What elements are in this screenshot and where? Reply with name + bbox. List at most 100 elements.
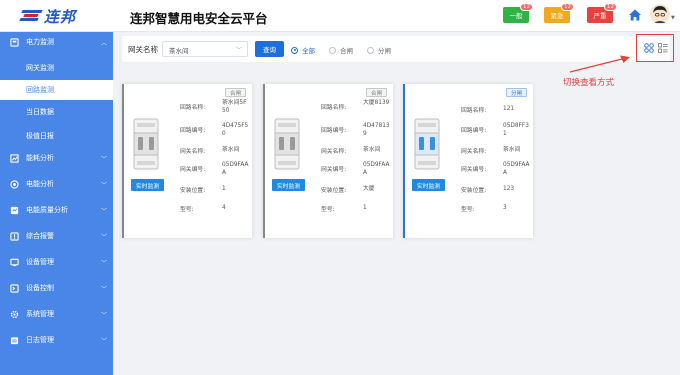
- realtime-monitor-button[interactable]: 实时监测: [131, 179, 164, 191]
- radio-dot-icon: [291, 46, 298, 54]
- chevron-down-icon: ﹀: [101, 233, 108, 241]
- location-value: 大厦: [363, 186, 375, 192]
- gateway-name-value: 茶水间: [503, 147, 521, 153]
- sidebar: 电力监测 ︿ 网关监测 回路监测 当日数据 极值日报 能耗分析 ﹀ 电能分析 ﹀…: [0, 32, 113, 375]
- chevron-up-icon: ︿: [101, 39, 108, 47]
- sidebar-item-system-manage[interactable]: 系统管理 ﹀: [0, 306, 113, 322]
- loop-card[interactable]: 合闸 实时监测 回路名称: 大厦8139 回路编号: 4D478139 网关名称…: [263, 84, 393, 238]
- sidebar-sub-daily-data[interactable]: 当日数据: [0, 102, 113, 122]
- field-label: 回路编号:: [461, 128, 487, 134]
- sidebar-item-label: 电能分析: [26, 180, 54, 188]
- loop-no-value: 4D475F50: [222, 123, 249, 137]
- avatar-face-icon: [653, 6, 667, 23]
- power-analysis-icon: [10, 179, 19, 189]
- quality-analysis-icon: [10, 206, 19, 214]
- circuit-breaker-image: [274, 118, 300, 170]
- alarm-normal-button[interactable]: 一般 12: [503, 3, 533, 23]
- app-title: 连邦智慧用电安全云平台: [130, 11, 268, 26]
- device-manage-icon: [10, 258, 19, 266]
- chevron-down-icon: ﹀: [101, 337, 108, 345]
- log-icon: [10, 336, 19, 344]
- sidebar-item-device-control[interactable]: 设备控制 ﹀: [0, 280, 113, 296]
- status-badge: 合闸: [224, 88, 246, 97]
- sidebar-item-energy-analysis[interactable]: 能耗分析 ﹀: [0, 150, 113, 166]
- circuit-breaker-image: [414, 118, 440, 170]
- loop-name-value: 121: [503, 106, 515, 112]
- realtime-monitor-button[interactable]: 实时监测: [412, 179, 445, 191]
- field-label: 网关编号:: [461, 167, 487, 173]
- field-label: 回路名称:: [461, 108, 487, 114]
- sidebar-item-log-manage[interactable]: 日志管理 ﹀: [0, 332, 113, 348]
- top-header: 连邦 连邦智慧用电安全云平台 一般 12 紧急 12 严重 12 ▼: [0, 0, 680, 32]
- sidebar-sub-loop-monitor[interactable]: 回路监测: [0, 80, 113, 100]
- gateway-name-value: 茶水间: [363, 147, 381, 153]
- field-label: 回路名称:: [321, 105, 347, 111]
- sidebar-item-alarm[interactable]: 综合报警 ﹀: [0, 228, 113, 244]
- power-monitor-icon: [10, 37, 19, 47]
- alarm-count-badge: 12: [520, 3, 533, 11]
- sidebar-item-label: 综合报警: [26, 232, 54, 240]
- query-button[interactable]: 查询: [255, 41, 284, 57]
- annotation-text: 切换查看方式: [563, 78, 615, 88]
- alarm-bell-icon: [10, 231, 19, 241]
- gateway-no-value: 05D9FAAA: [222, 162, 249, 176]
- view-toggle-highlight: [636, 34, 674, 62]
- circuit-breaker-image: [133, 118, 159, 170]
- sidebar-item-device-manage[interactable]: 设备管理 ﹀: [0, 254, 113, 270]
- energy-chart-icon: [10, 153, 19, 163]
- chevron-down-icon: ﹀: [101, 181, 108, 189]
- sidebar-item-quality-analysis[interactable]: 电能质量分析 ﹀: [0, 202, 113, 218]
- gateway-select-value: 茶水间: [169, 47, 189, 55]
- alarm-label: 紧急: [550, 12, 564, 20]
- gateway-no-value: 05D9FAAA: [503, 162, 530, 176]
- home-icon[interactable]: [628, 8, 642, 22]
- gateway-name-label: 网关名称: [128, 45, 158, 54]
- chevron-down-icon: ﹀: [101, 311, 108, 319]
- alarm-count-badge: 12: [561, 3, 574, 11]
- loop-card[interactable]: 分闸 实时监测 回路名称: 121 回路编号: 05D8FF31 网关名称: 茶…: [403, 84, 533, 238]
- realtime-monitor-button[interactable]: 实时监测: [272, 179, 305, 191]
- field-label: 网关名称:: [461, 149, 487, 155]
- field-label: 网关编号:: [180, 167, 206, 173]
- sidebar-sub-extreme-report[interactable]: 极值日报: [0, 126, 113, 146]
- alarm-urgent-button[interactable]: 紧急 12: [544, 3, 574, 23]
- radio-open[interactable]: 分闸: [367, 45, 391, 55]
- alarm-severe-button[interactable]: 严重 12: [587, 3, 617, 23]
- field-label: 型号:: [180, 207, 194, 213]
- user-avatar[interactable]: [650, 4, 670, 24]
- radio-label: 分闸: [378, 47, 391, 55]
- sidebar-sub-gateway-monitor[interactable]: 网关监测: [0, 58, 113, 78]
- loop-no-value: 4D478139: [363, 123, 390, 137]
- radio-all[interactable]: 全部: [291, 45, 315, 55]
- radio-dot-icon: [367, 46, 374, 54]
- sidebar-item-label: 日志管理: [26, 336, 54, 344]
- loop-no-value: 05D8FF31: [503, 123, 529, 137]
- sidebar-item-label: 电能质量分析: [26, 206, 68, 214]
- radio-closed[interactable]: 合闸: [329, 45, 353, 55]
- chevron-down-icon: ﹀: [101, 259, 108, 267]
- gateway-no-value: 05D9FAAA: [363, 162, 390, 176]
- chevron-down-icon: ﹀: [101, 285, 108, 293]
- field-label: 网关编号:: [321, 167, 347, 173]
- device-control-icon: [10, 283, 19, 293]
- field-label: 安装位置:: [321, 188, 347, 194]
- model-value: 4: [222, 205, 226, 211]
- gateway-select[interactable]: 茶水间 ﹀: [162, 41, 248, 57]
- logo-text: 连邦: [44, 7, 77, 26]
- sidebar-item-power-analysis[interactable]: 电能分析 ﹀: [0, 176, 113, 192]
- field-label: 网关名称:: [321, 149, 347, 155]
- status-badge: 分闸: [505, 88, 527, 97]
- user-menu-caret-icon[interactable]: ▼: [671, 15, 675, 21]
- field-label: 网关名称:: [180, 149, 206, 155]
- loop-name-value: 茶水间5F50: [222, 100, 247, 114]
- sidebar-item-label: 能耗分析: [26, 154, 54, 162]
- sidebar-item-label: 设备控制: [26, 284, 54, 292]
- sidebar-item-power-monitor[interactable]: 电力监测 ︿: [0, 34, 113, 50]
- sidebar-item-label: 电力监测: [26, 38, 54, 46]
- model-value: 1: [363, 205, 367, 211]
- loop-name-value: 大厦8139: [363, 100, 390, 106]
- brand-logo[interactable]: 连邦: [19, 6, 77, 26]
- loop-card[interactable]: 合闸 实时监测 回路名称: 茶水间5F50 回路编号: 4D475F50 网关名…: [122, 84, 252, 238]
- list-view-icon[interactable]: [658, 43, 668, 53]
- grid-view-icon[interactable]: [644, 43, 654, 53]
